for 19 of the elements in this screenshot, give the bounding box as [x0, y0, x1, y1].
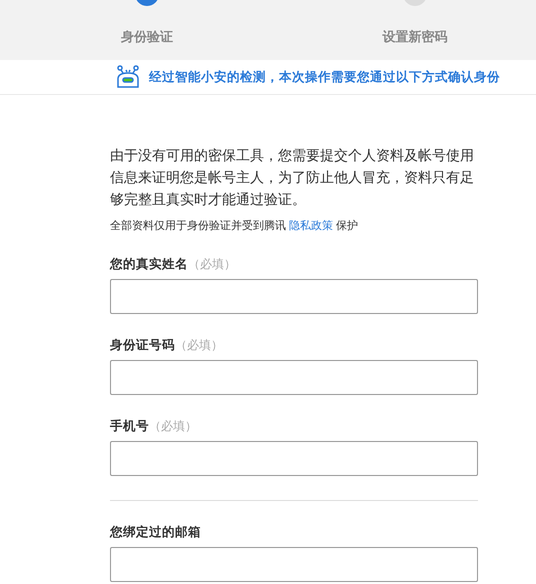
field-label: 您的真实姓名: [110, 256, 188, 273]
required-hint: （必填）: [188, 256, 236, 273]
privacy-policy-link[interactable]: 隐私政策: [289, 219, 333, 232]
notice-text: 经过智能小安的检测，本次操作需要您通过以下方式确认身份: [149, 68, 500, 86]
robot-icon: [115, 65, 141, 89]
field-label: 您绑定过的邮箱: [110, 524, 201, 541]
field-label: 手机号: [110, 418, 149, 435]
required-hint: （必填）: [175, 337, 223, 354]
input-field[interactable]: [110, 441, 478, 476]
required-hint: （必填）: [149, 418, 197, 435]
input-field[interactable]: [110, 360, 478, 395]
step-label: 身份验证: [121, 29, 173, 46]
intro-text: 由于没有可用的密保工具，您需要提交个人资料及帐号使用信息来证明您是帐号主人，为了防止他人冒充，资料只有足够完整且真实时才能通过验证。: [110, 147, 475, 210]
privacy-text: 保护: [336, 219, 358, 232]
step-label: 设置新密码: [382, 28, 448, 46]
field-label: 身份证号码: [110, 337, 175, 354]
input-field[interactable]: [110, 547, 478, 582]
input-field[interactable]: [110, 279, 478, 314]
privacy-text: 全部资料仅用于身份验证并受到腾讯: [110, 219, 286, 232]
